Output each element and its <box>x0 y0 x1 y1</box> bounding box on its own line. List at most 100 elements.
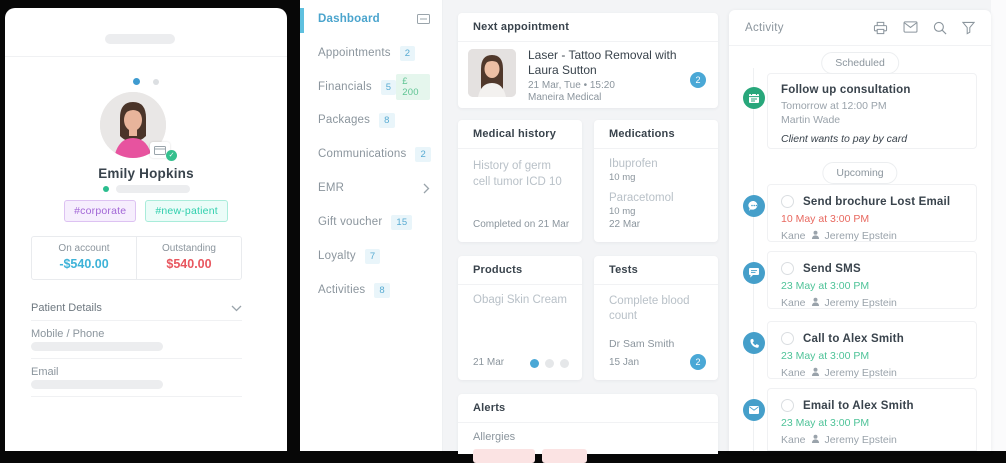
allergy-pill-placeholder <box>473 449 535 463</box>
test-entry: Complete blood count <box>609 295 690 322</box>
sidebar-item-gift-voucher[interactable]: Gift voucher 15 <box>318 213 430 231</box>
person-icon <box>811 230 820 242</box>
sidebar-item-emr[interactable]: EMR <box>318 179 430 197</box>
search-icon[interactable] <box>933 21 947 35</box>
alerts-card: Alerts Allergies <box>458 394 718 463</box>
mail-icon[interactable] <box>903 20 918 35</box>
activity-item-time: 10 May at 3:00 PM <box>781 213 870 225</box>
page-edge <box>991 0 1006 451</box>
pagination-dot[interactable] <box>545 359 554 368</box>
divider <box>5 56 287 57</box>
activity-item-title: Email to Alex Smith <box>803 399 914 412</box>
card-icon[interactable] <box>417 14 430 24</box>
appointment-count-badge: 2 <box>690 72 706 88</box>
upcoming-activity-card[interactable]: Call to Alex Smith 23 May at 3:00 PM Kan… <box>767 321 977 379</box>
activity-item-title: Call to Alex Smith <box>803 332 904 345</box>
activity-header: Activity <box>729 10 991 46</box>
sidebar-item-dashboard[interactable]: Dashboard <box>318 10 430 28</box>
scheduled-section-label: Scheduled <box>821 52 899 74</box>
count-badge: 2 <box>399 45 416 61</box>
outstanding-cell: Outstanding $540.00 <box>136 237 241 279</box>
carousel-dot[interactable] <box>153 79 160 85</box>
outstanding-value: $540.00 <box>166 257 212 271</box>
upcoming-activity-card[interactable]: Send brochure Lost Email 10 May at 3:00 … <box>767 184 977 242</box>
profile-carousel-dots[interactable] <box>5 72 287 90</box>
patient-details-title: Patient Details <box>31 302 102 314</box>
upcoming-activity-card[interactable]: Send SMS 23 May at 3:00 PM Kane Jeremy E… <box>767 251 977 309</box>
products-pagination-dots[interactable] <box>530 359 569 368</box>
sidebar-item-label: Packages <box>318 114 371 126</box>
card-title: Medications <box>594 120 718 149</box>
pagination-dot-active[interactable] <box>530 359 539 368</box>
owner-name: Jeremy Epstein <box>824 434 897 446</box>
activity-item-person: Martin Wade <box>781 114 841 126</box>
appointment-location: Maneira Medical <box>528 92 602 103</box>
verified-check-icon: ✓ <box>166 150 177 161</box>
sidebar-item-label: Financials <box>318 81 372 93</box>
task-checkbox[interactable] <box>781 195 794 208</box>
count-badge: 8 <box>374 282 390 298</box>
assignee-name: Kane <box>781 230 806 242</box>
sidebar-item-label: EMR <box>318 182 345 194</box>
sidebar-item-communications[interactable]: Communications 2 <box>318 145 431 163</box>
assignee-name: Kane <box>781 367 806 379</box>
owner-name: Jeremy Epstein <box>824 367 897 379</box>
assignee-name: Kane <box>781 297 806 309</box>
count-badge: 2 <box>415 146 431 162</box>
sidebar-item-loyalty[interactable]: Loyalty 7 <box>318 247 430 265</box>
tests-card: Tests Complete blood count Dr Sam Smith … <box>594 256 718 380</box>
sidebar-item-activities[interactable]: Activities 8 <box>318 281 430 299</box>
upcoming-activity-card[interactable]: Email to Alex Smith 23 May at 3:00 PM Ka… <box>767 388 977 451</box>
scheduled-activity-card[interactable]: Follow up consultation Tomorrow at 12:00… <box>767 73 977 149</box>
divider <box>31 358 242 359</box>
printer-icon[interactable] <box>873 21 888 35</box>
tests-count-badge: 2 <box>690 354 706 370</box>
activity-item-footer: Kane Jeremy Epstein <box>781 297 963 309</box>
practitioner-avatar <box>468 49 516 97</box>
chevron-down-icon[interactable] <box>231 305 242 312</box>
patient-tags: #corporate #new-patient <box>5 200 287 222</box>
patient-details-toggle[interactable]: Patient Details <box>31 302 242 314</box>
filter-icon[interactable] <box>962 21 975 35</box>
card-title: Alerts <box>458 394 718 423</box>
card-title: Tests <box>594 256 718 285</box>
tag-corporate[interactable]: #corporate <box>64 200 137 222</box>
sidebar-item-label: Dashboard <box>318 13 380 25</box>
on-account-value: -$540.00 <box>59 257 109 271</box>
tag-new-patient[interactable]: #new-patient <box>145 200 228 222</box>
appointment-row[interactable]: Laser - Tattoo Removal with Laura Sutton… <box>458 42 718 107</box>
sidebar-item-appointments[interactable]: Appointments 2 <box>318 44 430 62</box>
sidebar-item-label: Loyalty <box>318 250 356 262</box>
allergy-pill-placeholder <box>542 449 587 463</box>
count-badge: 8 <box>379 112 395 128</box>
activity-timeline <box>753 68 754 451</box>
sidebar-item-packages[interactable]: Packages 8 <box>318 111 430 129</box>
email-label: Email <box>31 366 59 378</box>
on-account-cell: On account -$540.00 <box>32 237 136 279</box>
activity-item-time: 23 May at 3:00 PM <box>781 280 870 292</box>
sidebar-item-label: Communications <box>318 148 407 160</box>
sidebar-item-financials[interactable]: Financials 5 £ 200 <box>318 74 430 100</box>
on-account-label: On account <box>58 243 110 254</box>
pagination-dot[interactable] <box>560 359 569 368</box>
task-checkbox[interactable] <box>781 332 794 345</box>
task-checkbox[interactable] <box>781 399 794 412</box>
task-checkbox[interactable] <box>781 262 794 275</box>
test-doctor: Dr Sam Smith <box>609 338 675 350</box>
online-status-dot <box>102 186 109 192</box>
calendar-icon <box>743 87 765 109</box>
products-card: Products Obagi Skin Cream 21 Mar <box>458 256 582 380</box>
chevron-right-icon[interactable] <box>423 183 430 194</box>
activity-item-time: Tomorrow at 12:00 PM <box>781 100 887 112</box>
email-value-placeholder <box>31 380 163 389</box>
placeholder-bar <box>105 34 175 44</box>
patient-avatar: ✓ <box>100 92 177 161</box>
activity-item-footer: Kane Jeremy Epstein <box>781 434 963 446</box>
next-appointment-card: Next appointment Laser - Tattoo Removal … <box>458 13 718 108</box>
medication-dose: 10 mg <box>609 206 636 217</box>
carousel-dot-active[interactable] <box>132 78 140 85</box>
activity-item-footer: Kane Jeremy Epstein <box>781 230 963 242</box>
mobile-phone-label: Mobile / Phone <box>31 328 105 340</box>
card-title: Next appointment <box>458 13 718 42</box>
sidebar-nav: Dashboard Appointments 2 Financials 5 £ … <box>300 0 443 451</box>
